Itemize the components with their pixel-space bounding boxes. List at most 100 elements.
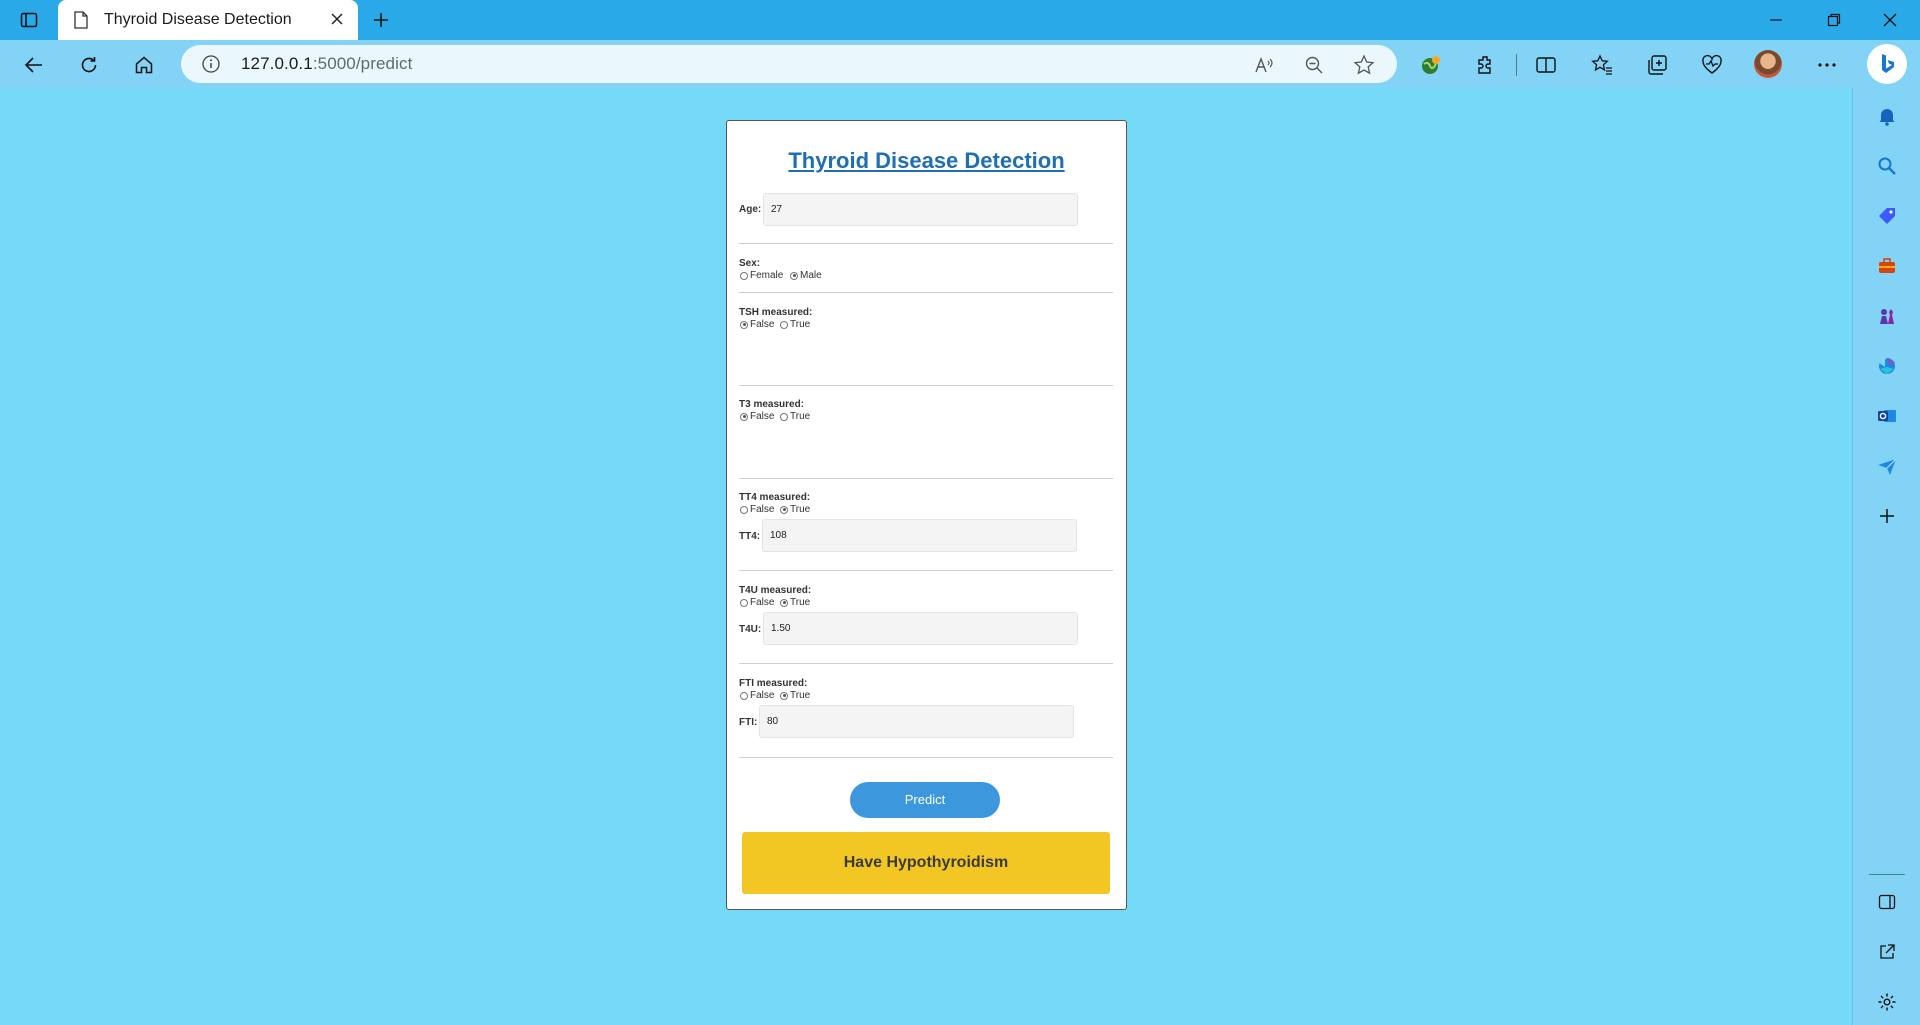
extension-globe-icon[interactable] bbox=[1418, 52, 1444, 78]
prediction-result: Have Hypothyroidism bbox=[742, 832, 1110, 894]
sex-female-radio[interactable]: Female bbox=[740, 270, 783, 281]
tsh-false-radio[interactable]: False bbox=[740, 319, 774, 330]
page-title: Thyroid Disease Detection bbox=[788, 148, 1065, 173]
t4u-false-radio[interactable]: False bbox=[740, 597, 774, 608]
t3-true-radio[interactable]: True bbox=[780, 411, 810, 422]
address-bar[interactable]: 127.0.0.1:5000/predict bbox=[181, 45, 1397, 83]
shopping-tag-icon[interactable] bbox=[1875, 204, 1899, 228]
age-label: Age: bbox=[739, 204, 762, 215]
tab-actions-icon[interactable] bbox=[16, 8, 42, 32]
radio-circle[interactable] bbox=[780, 412, 788, 421]
fti-input[interactable]: 80 bbox=[759, 705, 1074, 738]
fti-measured-label: FTI measured: bbox=[739, 678, 808, 689]
favorites-icon[interactable] bbox=[1589, 52, 1615, 78]
predict-form-card: Thyroid Disease Detection Age: 27 Sex: F… bbox=[726, 120, 1127, 910]
url-path: :5000/predict bbox=[312, 54, 413, 73]
radio-circle[interactable] bbox=[740, 691, 748, 700]
tt4-false-radio[interactable]: False bbox=[740, 504, 774, 515]
more-options-icon[interactable] bbox=[1814, 52, 1840, 78]
tt4-input[interactable]: 108 bbox=[762, 519, 1077, 552]
sex-male-radio[interactable]: Male bbox=[790, 270, 822, 281]
new-tab-icon[interactable] bbox=[368, 8, 394, 32]
tt4-label: TT4: bbox=[739, 531, 761, 542]
browser-essentials-icon[interactable] bbox=[1699, 52, 1725, 78]
zoom-out-icon[interactable] bbox=[1303, 54, 1325, 76]
back-icon[interactable] bbox=[21, 52, 47, 78]
radio-label: False bbox=[750, 597, 775, 608]
radio-circle[interactable] bbox=[740, 320, 748, 329]
divider bbox=[739, 292, 1113, 293]
fti-true-radio[interactable]: True bbox=[780, 690, 810, 701]
fti-label: FTI: bbox=[739, 717, 758, 728]
tsh-true-radio[interactable]: True bbox=[780, 319, 810, 330]
divider bbox=[739, 757, 1113, 758]
collections-icon[interactable] bbox=[1644, 52, 1670, 78]
predict-button[interactable]: Predict bbox=[850, 782, 1000, 818]
fti-false-radio[interactable]: False bbox=[740, 690, 774, 701]
open-external-icon[interactable] bbox=[1875, 940, 1899, 964]
divider bbox=[739, 478, 1113, 479]
radio-circle[interactable] bbox=[740, 598, 748, 607]
extensions-icon[interactable] bbox=[1473, 52, 1499, 78]
divider bbox=[739, 385, 1113, 386]
split-screen-icon[interactable] bbox=[1533, 52, 1559, 78]
radio-label: True bbox=[790, 504, 811, 515]
close-tab-icon[interactable] bbox=[330, 12, 344, 31]
outlook-icon[interactable] bbox=[1875, 404, 1899, 428]
refresh-icon[interactable] bbox=[76, 52, 102, 78]
notifications-bell-icon[interactable] bbox=[1875, 104, 1899, 128]
t3-false-radio[interactable]: False bbox=[740, 411, 774, 422]
site-info-icon[interactable] bbox=[201, 54, 221, 79]
radio-label: Male bbox=[800, 270, 822, 281]
radio-label: Female bbox=[750, 270, 784, 281]
t3-measured-label: T3 measured: bbox=[739, 399, 805, 410]
restore-icon[interactable] bbox=[1821, 8, 1847, 32]
close-window-icon[interactable] bbox=[1877, 8, 1903, 32]
games-chess-icon[interactable] bbox=[1875, 304, 1899, 328]
search-icon[interactable] bbox=[1875, 154, 1899, 178]
sidebar-divider bbox=[1869, 874, 1905, 875]
add-sidebar-app-icon[interactable] bbox=[1875, 504, 1899, 528]
tools-briefcase-icon[interactable] bbox=[1875, 254, 1899, 278]
age-input[interactable]: 27 bbox=[763, 193, 1078, 226]
radio-label: False bbox=[750, 411, 775, 422]
drop-send-icon[interactable] bbox=[1875, 454, 1899, 478]
tab-title: Thyroid Disease Detection bbox=[104, 11, 292, 28]
tsh-measured-label: TSH measured: bbox=[739, 307, 813, 318]
hide-sidebar-icon[interactable] bbox=[1875, 890, 1899, 914]
divider bbox=[739, 243, 1113, 244]
browser-tab[interactable]: Thyroid Disease Detection bbox=[58, 0, 358, 40]
radio-circle[interactable] bbox=[740, 271, 748, 280]
radio-circle[interactable] bbox=[740, 505, 748, 514]
url-host: 127.0.0.1 bbox=[241, 54, 313, 73]
radio-label: False bbox=[750, 319, 775, 330]
radio-circle[interactable] bbox=[780, 505, 788, 514]
divider bbox=[739, 663, 1113, 664]
url-text[interactable]: 127.0.0.1:5000/predict bbox=[241, 54, 412, 74]
radio-label: True bbox=[790, 690, 811, 701]
t4u-label: T4U: bbox=[739, 624, 762, 635]
home-icon[interactable] bbox=[131, 52, 157, 78]
radio-label: True bbox=[790, 411, 811, 422]
radio-label: True bbox=[790, 597, 811, 608]
tab-bar: Thyroid Disease Detection bbox=[0, 0, 1920, 40]
minimize-icon[interactable] bbox=[1763, 8, 1789, 32]
favorite-star-icon[interactable] bbox=[1353, 54, 1375, 76]
t4u-input[interactable]: 1.50 bbox=[763, 612, 1078, 645]
radio-circle[interactable] bbox=[780, 598, 788, 607]
tt4-measured-label: TT4 measured: bbox=[739, 492, 811, 503]
t4u-true-radio[interactable]: True bbox=[780, 597, 810, 608]
tt4-true-radio[interactable]: True bbox=[780, 504, 810, 515]
radio-circle[interactable] bbox=[780, 320, 788, 329]
read-aloud-icon[interactable] bbox=[1253, 54, 1275, 76]
radio-label: True bbox=[790, 319, 811, 330]
copilot-icon[interactable] bbox=[1867, 44, 1907, 84]
radio-circle[interactable] bbox=[780, 691, 788, 700]
radio-circle[interactable] bbox=[740, 412, 748, 421]
microsoft-365-icon[interactable] bbox=[1875, 354, 1899, 378]
profile-avatar[interactable] bbox=[1754, 50, 1782, 78]
radio-circle[interactable] bbox=[790, 271, 798, 280]
edge-sidebar bbox=[1852, 88, 1920, 1025]
settings-gear-icon[interactable] bbox=[1875, 990, 1899, 1014]
t4u-measured-label: T4U measured: bbox=[739, 585, 812, 596]
